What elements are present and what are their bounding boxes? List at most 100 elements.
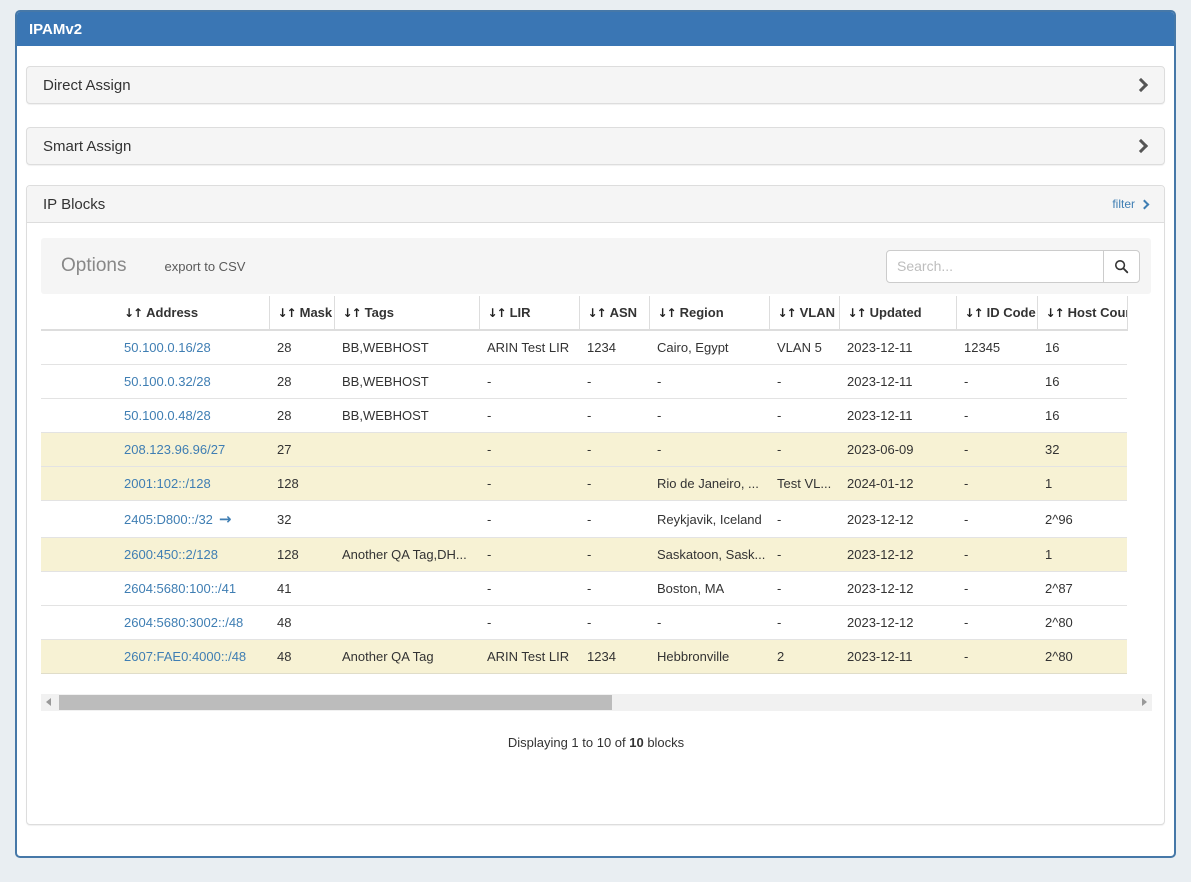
cell-updated: 2023-12-11 bbox=[839, 365, 956, 399]
row-gutter bbox=[41, 365, 116, 399]
cell-lir: - bbox=[479, 572, 579, 606]
address-link[interactable]: 50.100.0.32/28 bbox=[124, 374, 211, 389]
record-count-prefix: Displaying 1 to 10 of bbox=[508, 735, 629, 750]
app-title: IPAMv2 bbox=[29, 21, 82, 38]
cell-address: 2604:5680:3002::/48 bbox=[116, 606, 269, 640]
address-link[interactable]: 2604:5680:3002::/48 bbox=[124, 615, 243, 630]
scroll-right-icon[interactable] bbox=[1142, 698, 1147, 706]
table-row: 50.100.0.32/2828BB,WEBHOST----2023-12-11… bbox=[41, 365, 1127, 399]
cell-host_count: 16 bbox=[1037, 365, 1127, 399]
cell-mask: 41 bbox=[269, 572, 334, 606]
cell-id_code: - bbox=[956, 433, 1037, 467]
cell-address: 50.100.0.16/28 bbox=[116, 330, 269, 365]
address-link[interactable]: 2001:102::/128 bbox=[124, 476, 211, 491]
cell-updated: 2023-06-09 bbox=[839, 433, 956, 467]
column-header-id-code[interactable]: ↓↑ID Code bbox=[956, 296, 1037, 330]
address-link[interactable]: 2600:450::2/128 bbox=[124, 547, 218, 562]
search-input[interactable] bbox=[886, 250, 1104, 283]
export-csv-link[interactable]: export to CSV bbox=[164, 259, 245, 274]
cell-asn: 1234 bbox=[579, 330, 649, 365]
cell-mask: 128 bbox=[269, 538, 334, 572]
cell-tags bbox=[334, 467, 479, 501]
chevron-right-icon bbox=[1140, 199, 1150, 209]
column-header-lir[interactable]: ↓↑LIR bbox=[479, 296, 579, 330]
address-link[interactable]: 208.123.96.96/27 bbox=[124, 442, 225, 457]
horizontal-scrollbar[interactable] bbox=[41, 694, 1152, 711]
cell-vlan: - bbox=[769, 572, 839, 606]
address-link[interactable]: 50.100.0.48/28 bbox=[124, 408, 211, 423]
cell-mask: 28 bbox=[269, 399, 334, 433]
cell-asn: - bbox=[579, 365, 649, 399]
search-group bbox=[886, 250, 1140, 283]
cell-updated: 2023-12-11 bbox=[839, 399, 956, 433]
cell-vlan: - bbox=[769, 538, 839, 572]
scroll-left-icon[interactable] bbox=[46, 698, 51, 706]
address-link[interactable]: 2604:5680:100::/41 bbox=[124, 581, 236, 596]
cell-region: Saskatoon, Sask... bbox=[649, 538, 769, 572]
cell-mask: 28 bbox=[269, 365, 334, 399]
filter-link[interactable]: filter bbox=[1112, 197, 1148, 211]
record-count-suffix: blocks bbox=[644, 735, 684, 750]
cell-address: 50.100.0.32/28 bbox=[116, 365, 269, 399]
column-header-updated[interactable]: ↓↑Updated bbox=[839, 296, 956, 330]
search-icon bbox=[1114, 259, 1129, 274]
column-header-address[interactable]: ↓↑Address bbox=[116, 296, 269, 330]
panel-ip-blocks: IP Blocks filter Options export to CSV bbox=[26, 185, 1165, 825]
cell-region: - bbox=[649, 365, 769, 399]
row-gutter bbox=[41, 640, 116, 674]
cell-tags bbox=[334, 606, 479, 640]
ip-blocks-table: ↓↑Address↓↑Mask↓↑Tags↓↑LIR↓↑ASN↓↑Region↓… bbox=[41, 296, 1128, 674]
table-row: 50.100.0.48/2828BB,WEBHOST----2023-12-11… bbox=[41, 399, 1127, 433]
address-link[interactable]: 50.100.0.16/28 bbox=[124, 340, 211, 355]
ip-blocks-label: IP Blocks bbox=[43, 196, 105, 213]
column-header-tags[interactable]: ↓↑Tags bbox=[334, 296, 479, 330]
column-header-gutter bbox=[41, 296, 116, 330]
table-row: 2001:102::/128128--Rio de Janeiro, ...Te… bbox=[41, 467, 1127, 501]
cell-lir: - bbox=[479, 501, 579, 538]
cell-updated: 2023-12-12 bbox=[839, 501, 956, 538]
address-link[interactable]: 2405:D800::/32 bbox=[124, 512, 213, 527]
panel-smart-assign[interactable]: Smart Assign bbox=[26, 127, 1165, 165]
address-link[interactable]: 2607:FAE0:4000::/48 bbox=[124, 649, 246, 664]
column-header-region[interactable]: ↓↑Region bbox=[649, 296, 769, 330]
arrow-right-icon: → bbox=[219, 510, 232, 528]
sort-icon: ↓↑ bbox=[124, 306, 142, 320]
cell-vlan: VLAN 5 bbox=[769, 330, 839, 365]
record-count: Displaying 1 to 10 of 10 blocks bbox=[41, 735, 1151, 750]
cell-asn: - bbox=[579, 501, 649, 538]
cell-asn: - bbox=[579, 399, 649, 433]
cell-id_code: - bbox=[956, 538, 1037, 572]
cell-updated: 2023-12-12 bbox=[839, 606, 956, 640]
cell-host_count: 2^87 bbox=[1037, 572, 1127, 606]
search-button[interactable] bbox=[1103, 250, 1140, 283]
cell-host_count: 1 bbox=[1037, 467, 1127, 501]
smart-assign-label: Smart Assign bbox=[43, 138, 131, 155]
cell-mask: 48 bbox=[269, 640, 334, 674]
cell-id_code: - bbox=[956, 399, 1037, 433]
cell-tags: Another QA Tag,DH... bbox=[334, 538, 479, 572]
cell-tags bbox=[334, 433, 479, 467]
column-header-label: Updated bbox=[870, 305, 922, 320]
cell-tags: BB,WEBHOST bbox=[334, 365, 479, 399]
column-header-asn[interactable]: ↓↑ASN bbox=[579, 296, 649, 330]
column-header-mask[interactable]: ↓↑Mask bbox=[269, 296, 334, 330]
cell-asn: - bbox=[579, 606, 649, 640]
column-header-label: Mask bbox=[300, 305, 333, 320]
table-row: 2604:5680:3002::/4848----2023-12-12-2^80 bbox=[41, 606, 1127, 640]
sort-icon: ↓↑ bbox=[343, 306, 361, 320]
cell-region: Cairo, Egypt bbox=[649, 330, 769, 365]
column-header-host-count[interactable]: ↓↑Host Count bbox=[1037, 296, 1127, 330]
cell-tags bbox=[334, 501, 479, 538]
cell-region: Hebbronville bbox=[649, 640, 769, 674]
direct-assign-label: Direct Assign bbox=[43, 77, 131, 94]
cell-updated: 2023-12-12 bbox=[839, 572, 956, 606]
sort-icon: ↓↑ bbox=[778, 306, 796, 320]
scrollbar-thumb[interactable] bbox=[59, 695, 612, 710]
cell-lir: ARIN Test LIR bbox=[479, 330, 579, 365]
filter-link-label: filter bbox=[1112, 197, 1135, 211]
table-row: 208.123.96.96/2727----2023-06-09-32 bbox=[41, 433, 1127, 467]
row-gutter bbox=[41, 538, 116, 572]
panel-direct-assign[interactable]: Direct Assign bbox=[26, 66, 1165, 104]
table-row: 2607:FAE0:4000::/4848Another QA TagARIN … bbox=[41, 640, 1127, 674]
column-header-vlan[interactable]: ↓↑VLAN bbox=[769, 296, 839, 330]
